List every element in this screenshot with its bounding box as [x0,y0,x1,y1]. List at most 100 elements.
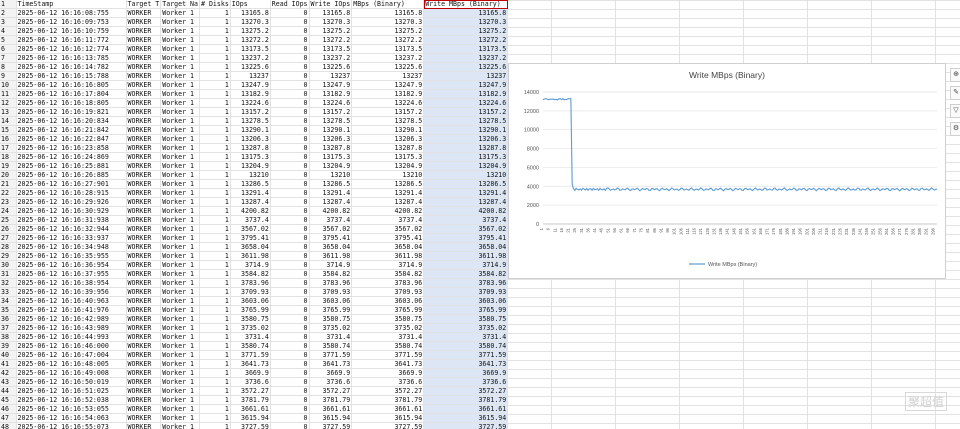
cell[interactable]: 13175.3 [230,152,271,162]
cell[interactable]: 3669.9 [423,368,509,378]
cell[interactable]: 3567.02 [423,224,509,234]
cell[interactable]: 0 [270,188,310,198]
cell[interactable]: 0 [270,71,310,81]
row-number[interactable]: 8 [0,62,17,72]
cell[interactable]: 0 [270,422,310,429]
cell[interactable]: 2025-06-12 16:16:08:755 [16,8,127,18]
cell[interactable]: 3603.06 [423,296,509,306]
cell[interactable]: 13290.1 [309,125,353,135]
cell[interactable]: 2025-06-12 16:16:09:753 [16,17,127,27]
cell[interactable]: 3709.93 [309,287,353,297]
cell[interactable]: 3580.74 [423,341,509,351]
cell[interactable]: Worker 1 [160,71,200,81]
cell[interactable]: 3771.59 [309,350,353,360]
cell[interactable]: 0 [270,206,310,216]
cell[interactable]: 1 [199,53,231,63]
cell[interactable]: 3572.27 [309,386,353,396]
cell[interactable]: 2025-06-12 16:16:15:788 [16,71,127,81]
row-number[interactable]: 34 [0,296,17,306]
cell[interactable]: 13291.4 [423,188,509,198]
cell[interactable]: 1 [199,422,231,429]
row-number[interactable]: 36 [0,314,17,324]
cell[interactable]: 3658.04 [351,242,425,252]
cell[interactable]: 13290.1 [423,125,509,135]
cell[interactable]: Worker 1 [160,89,200,99]
cell[interactable]: WORKER [126,269,162,279]
cell[interactable]: 13175.3 [309,152,353,162]
cell[interactable]: 2025-06-12 16:16:26:885 [16,170,127,180]
cell[interactable]: Worker 1 [160,125,200,135]
cell[interactable]: 3580.75 [423,314,509,324]
cell[interactable]: Worker 1 [160,44,200,54]
cell[interactable]: 1 [199,323,231,333]
cell[interactable]: 3737.4 [351,215,425,225]
cell[interactable]: 0 [270,107,310,117]
cell[interactable]: 1 [199,260,231,270]
cell[interactable]: 13224.6 [423,98,509,108]
cell[interactable]: 0 [270,368,310,378]
row-number[interactable]: 21 [0,179,17,189]
row-number[interactable]: 29 [0,251,17,261]
cell[interactable]: 3727.59 [423,422,509,429]
row-number[interactable]: 46 [0,404,17,414]
cell[interactable]: 0 [270,377,310,387]
chart-filter-icon[interactable]: ▽ [950,104,960,118]
cell[interactable]: Worker 1 [160,152,200,162]
row-number[interactable]: 33 [0,287,17,297]
cell[interactable]: 3714.9 [309,260,353,270]
line-chart[interactable]: Write MBps (Binary) 0 2000 4000 6000 8000 100… [508,63,946,279]
cell[interactable]: Worker 1 [160,404,200,414]
cell[interactable]: 13182.9 [309,89,353,99]
cell[interactable]: WORKER [126,386,162,396]
cell[interactable]: 13204.9 [309,161,353,171]
cell[interactable]: 3641.73 [230,359,271,369]
cell[interactable]: 13206.3 [351,134,425,144]
cell[interactable]: 3765.99 [351,305,425,315]
row-number[interactable]: 17 [0,143,17,153]
cell[interactable]: WORKER [126,350,162,360]
cell[interactable]: WORKER [126,404,162,414]
cell[interactable]: Worker 1 [160,170,200,180]
cell[interactable]: 2025-06-12 16:16:33:937 [16,233,127,243]
cell[interactable]: 0 [270,314,310,324]
cell[interactable]: 3771.59 [351,350,425,360]
cell[interactable]: WORKER [126,296,162,306]
cell[interactable]: 13204.9 [351,161,425,171]
row-number[interactable]: 40 [0,350,17,360]
cell[interactable]: 3727.59 [309,422,353,429]
cell[interactable]: 1 [199,296,231,306]
cell[interactable]: 13206.3 [423,134,509,144]
cell[interactable]: 3735.02 [423,323,509,333]
cell[interactable]: 1 [199,197,231,207]
cell[interactable]: 13275.2 [423,26,509,36]
cell[interactable]: 2025-06-12 16:16:14:782 [16,62,127,72]
cell[interactable]: 13165.8 [309,8,353,18]
cell[interactable]: 0 [270,197,310,207]
cell[interactable]: 1 [199,161,231,171]
cell[interactable]: 3669.9 [351,368,425,378]
cell[interactable]: 3735.02 [230,323,271,333]
cell[interactable]: 3572.27 [423,386,509,396]
cell[interactable]: WORKER [126,377,162,387]
cell[interactable]: WORKER [126,125,162,135]
row-number[interactable]: 19 [0,161,17,171]
cell[interactable]: 1 [199,44,231,54]
cell[interactable]: 13237 [309,71,353,81]
cell[interactable]: 3661.61 [423,404,509,414]
cell[interactable]: WORKER [126,107,162,117]
cell[interactable]: 1 [199,305,231,315]
cell[interactable]: 1 [199,134,231,144]
cell[interactable]: 13278.5 [351,116,425,126]
cell[interactable]: 3580.75 [351,314,425,324]
row-number[interactable]: 35 [0,305,17,315]
cell[interactable]: 13287.8 [230,143,271,153]
cell[interactable]: 0 [270,89,310,99]
cell[interactable]: 3731.4 [230,332,271,342]
cell[interactable]: 13210 [423,170,509,180]
cell[interactable]: 0 [270,287,310,297]
cell[interactable]: 0 [270,62,310,72]
cell[interactable]: Worker 1 [160,188,200,198]
cell[interactable]: 2025-06-12 16:16:20:834 [16,116,127,126]
row-number[interactable]: 2 [0,8,17,18]
cell[interactable]: WORKER [126,287,162,297]
